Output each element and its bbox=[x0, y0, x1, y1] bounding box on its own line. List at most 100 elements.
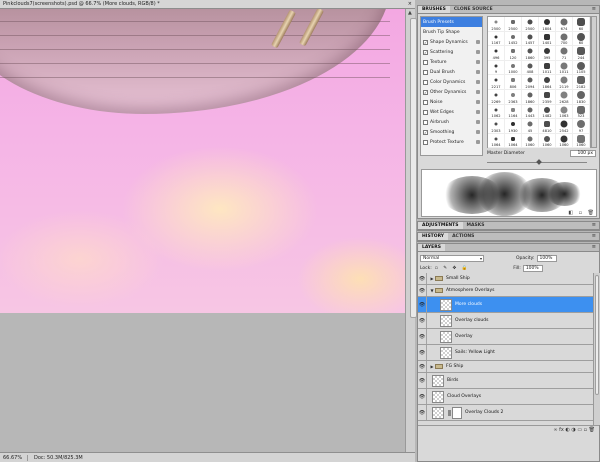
document-size[interactable]: Doc: 50.3M/825.3M bbox=[28, 455, 83, 461]
brush-preset[interactable]: 1060 bbox=[522, 133, 539, 149]
brush-preset[interactable]: 1930 bbox=[505, 119, 522, 134]
layer-name[interactable]: FG Ship bbox=[446, 364, 463, 369]
brush-preset[interactable]: 2359 bbox=[539, 89, 556, 105]
brush-preset[interactable]: 1167 bbox=[488, 31, 505, 47]
layer-thumbnail[interactable] bbox=[440, 298, 452, 311]
zoom-level[interactable]: 66.67% bbox=[0, 454, 28, 461]
layer-thumbnail[interactable] bbox=[440, 330, 452, 343]
brush-setting-item[interactable]: ✓ Scattering bbox=[421, 47, 482, 57]
brush-preset[interactable]: 1062 bbox=[488, 104, 505, 120]
brush-preset[interactable]: 1860 bbox=[522, 89, 539, 105]
layer-thumbnail[interactable] bbox=[432, 390, 444, 403]
brush-preset[interactable]: 1457 bbox=[522, 31, 539, 47]
brush-preset[interactable]: 2500 bbox=[505, 17, 522, 32]
brush-preset[interactable]: 806 bbox=[505, 75, 522, 90]
layer-name[interactable]: Overlay clouds bbox=[455, 318, 488, 323]
layer-row[interactable]: 👁 Birds bbox=[418, 373, 593, 389]
tab-history[interactable]: HISTORY bbox=[418, 233, 449, 240]
fill-field[interactable]: 100% bbox=[522, 264, 543, 272]
brush-preset[interactable]: 1401 bbox=[539, 31, 556, 47]
layer-name[interactable]: Overlay Clouds 2 bbox=[465, 410, 503, 415]
brush-setting-item[interactable]: Brush Tip Shape bbox=[421, 27, 482, 37]
brush-preset[interactable]: 700 bbox=[556, 31, 573, 47]
brush-preset[interactable]: 60 bbox=[573, 31, 590, 47]
brush-preset[interactable]: 1064 bbox=[488, 133, 505, 149]
document-vertical-scrollbar[interactable]: ▲ bbox=[405, 9, 417, 452]
brush-preset[interactable]: 2119 bbox=[556, 75, 573, 90]
brush-grid-scrollbar[interactable] bbox=[591, 16, 597, 148]
layer-group-row[interactable]: 👁 ▼ Atmosphere Overlays bbox=[418, 285, 593, 297]
brush-preset[interactable]: 395 bbox=[539, 46, 556, 61]
brush-preset[interactable]: 4810 bbox=[539, 119, 556, 134]
brush-setting-item[interactable]: ✓ Other Dynamics bbox=[421, 87, 482, 97]
brush-preset[interactable]: 2628 bbox=[556, 89, 573, 105]
brush-preset[interactable]: 2500 bbox=[488, 17, 505, 32]
layer-row[interactable]: 👁 Sails: Yellow Light bbox=[418, 345, 593, 361]
brush-preset[interactable]: 45 bbox=[522, 119, 539, 134]
brush-preset[interactable]: 1452 bbox=[505, 31, 522, 47]
brush-preset[interactable]: 496 bbox=[488, 46, 505, 61]
brush-setting-item[interactable]: ✓ Shape Dynamics bbox=[421, 37, 482, 47]
layer-thumbnail[interactable] bbox=[432, 406, 444, 419]
eye-icon[interactable]: 👁 bbox=[418, 329, 427, 344]
brush-setting-item[interactable]: Texture bbox=[421, 57, 482, 67]
lock-icon[interactable] bbox=[476, 60, 480, 64]
opacity-field[interactable]: 100% bbox=[536, 254, 557, 262]
brush-setting-item[interactable]: Wet Edges bbox=[421, 107, 482, 117]
lock-icon[interactable] bbox=[476, 120, 480, 124]
lock-icon[interactable] bbox=[476, 100, 480, 104]
panel-menu-icon[interactable]: ≡ bbox=[592, 222, 596, 229]
eye-icon[interactable]: 👁 bbox=[418, 345, 427, 360]
brush-preset[interactable]: 1060 bbox=[556, 133, 573, 149]
brush-setting-item[interactable]: Dual Brush bbox=[421, 67, 482, 77]
layer-row[interactable]: 👁 More clouds bbox=[418, 297, 593, 313]
layer-thumbnail[interactable] bbox=[440, 346, 452, 359]
checkbox[interactable] bbox=[423, 99, 428, 105]
brush-preset[interactable]: 1063 bbox=[556, 104, 573, 120]
brush-preset[interactable]: 2500 bbox=[522, 17, 539, 32]
brush-preset[interactable]: 1060 bbox=[539, 133, 556, 149]
panel-menu-icon[interactable]: ≡ bbox=[592, 244, 596, 251]
eye-icon[interactable]: 👁 bbox=[418, 405, 427, 420]
checkbox[interactable] bbox=[423, 59, 428, 65]
brush-preset[interactable]: 1105 bbox=[573, 60, 590, 76]
eye-icon[interactable]: 👁 bbox=[418, 373, 427, 388]
layer-group-row[interactable]: 👁 ▶ Small Ship bbox=[418, 273, 593, 285]
master-diameter-field[interactable]: 100 px bbox=[570, 150, 596, 157]
brush-preset[interactable]: 1443 bbox=[522, 104, 539, 120]
brush-preset[interactable]: 2217 bbox=[488, 75, 505, 90]
brush-preset[interactable]: 2269 bbox=[488, 89, 505, 105]
layer-row[interactable]: 👁 Overlay bbox=[418, 329, 593, 345]
brush-preset[interactable]: 2182 bbox=[573, 75, 590, 90]
scroll-up-icon[interactable]: ▲ bbox=[408, 10, 412, 16]
checkbox[interactable] bbox=[423, 109, 428, 115]
lock-icon[interactable] bbox=[476, 130, 480, 134]
layer-row[interactable]: 👁 Overlay Clouds 2 bbox=[418, 405, 593, 421]
brush-preset[interactable]: 9 bbox=[488, 60, 505, 76]
blend-mode-select[interactable]: Normal ▾ bbox=[420, 254, 484, 262]
checkbox[interactable] bbox=[423, 139, 428, 145]
checkbox[interactable] bbox=[423, 79, 428, 85]
scrollbar-thumb[interactable] bbox=[595, 275, 599, 395]
lock-icon[interactable] bbox=[476, 40, 480, 44]
brush-setting-item[interactable]: ✓ Smoothing bbox=[421, 127, 482, 137]
lock-icon[interactable] bbox=[476, 80, 480, 84]
brush-preset[interactable]: 1011 bbox=[556, 60, 573, 76]
brush-setting-item[interactable]: Brush Presets bbox=[421, 17, 482, 27]
eye-icon[interactable]: 👁 bbox=[418, 313, 427, 328]
eye-icon[interactable]: 👁 bbox=[418, 297, 427, 312]
checkbox[interactable]: ✓ bbox=[423, 49, 428, 55]
close-icon[interactable]: × bbox=[408, 1, 412, 7]
brush-setting-item[interactable]: Color Dynamics bbox=[421, 77, 482, 87]
eye-icon[interactable]: 👁 bbox=[418, 389, 427, 404]
master-diameter-slider[interactable] bbox=[487, 159, 587, 165]
brush-preset[interactable]: 1864 bbox=[539, 75, 556, 90]
checkbox[interactable]: ✓ bbox=[423, 39, 428, 45]
layer-row[interactable]: 👁 Cloud Overlays bbox=[418, 389, 593, 405]
brushes-panel-footer[interactable]: ◧ ▫ 🗑 bbox=[568, 210, 596, 216]
brush-preset[interactable]: 2542 bbox=[556, 119, 573, 134]
brush-preset[interactable]: 1064 bbox=[505, 133, 522, 149]
brush-preset[interactable]: 120 bbox=[505, 46, 522, 61]
layer-name[interactable]: Sails: Yellow Light bbox=[455, 350, 495, 355]
layer-thumbnail[interactable] bbox=[440, 314, 452, 327]
